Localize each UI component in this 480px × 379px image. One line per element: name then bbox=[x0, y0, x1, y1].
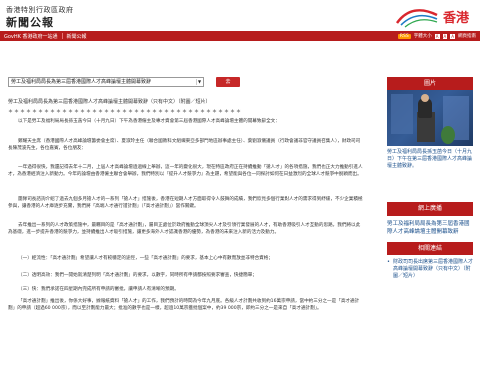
paragraph-text: （三）快：我們承諾在四星期內完成所有申請的審批，讓申請人有清晰的預期。 bbox=[18, 287, 179, 292]
font-size-medium-button[interactable]: A bbox=[442, 33, 448, 39]
speech-photo[interactable] bbox=[387, 90, 473, 146]
paragraph-text: 鄭耀天主席（香港國際人才高峰論壇籌委會主席）、夏淑玲主任（聯合國教科文組織東亞多… bbox=[8, 139, 361, 151]
article-paragraph-6: （二）透明高效：我們一開始就清楚列明「高才通計劃」的要求，以數字，同時所有申請都… bbox=[8, 272, 363, 279]
photo-section-heading: 圖片 bbox=[387, 77, 473, 90]
paragraph-text: （二）透明高效：我們一開始就清楚列明「高才通計劃」的要求，以數字，同時所有申請都… bbox=[18, 273, 257, 278]
paragraph-text: 團隊司長諮詢介紹了過去九個多月搶人才的一系列「搶人才」措施後，香港在短期人才方面… bbox=[8, 197, 363, 209]
brand-text: 香港 bbox=[443, 11, 470, 26]
top-navigation: GovHK 香港政府一站通 新聞公報 RSS 字體大小 A A A 網頁指南 bbox=[0, 31, 480, 41]
font-size-large-button[interactable]: A bbox=[450, 33, 455, 39]
site-header: 香港特別行政區政府 新聞公報 香港 bbox=[0, 0, 480, 31]
paragraph-text: 一年過得很快，我還記得去年十二月，上屆人才高峰論壇過過線上舉辦，這一年的變化很大… bbox=[8, 165, 363, 177]
backdrop-panel bbox=[391, 94, 413, 134]
article-paragraph-4: 去年推出一系列的人才政策措施中，最矚目的是「高才通計劃」，屬目正處位於政府推動全… bbox=[8, 222, 363, 236]
star-divider: ＊＊＊＊＊＊＊＊＊＊＊＊＊＊＊＊＊＊＊＊＊＊＊＊＊＊＊＊＊＊＊＊＊＊＊＊＊＊＊ bbox=[8, 109, 243, 115]
article-paragraph-7: （三）快：我們承諾在四星期內完成所有申請的審批，讓申請人有清晰的預期。 bbox=[8, 286, 363, 293]
article-paragraph-2: 一年過得很快，我還記得去年十二月，上屆人才高峰論壇過過線上舉辦，這一年的變化很大… bbox=[8, 164, 363, 178]
site-guide-link[interactable]: 網頁指南 bbox=[458, 33, 476, 39]
font-size-label: 字體大小 bbox=[413, 34, 432, 39]
article-paragraph-1: 鄭耀天主席（香港國際人才高峰論壇籌委會主席）、夏淑玲主任（聯合國教科文組織東亞多… bbox=[8, 138, 363, 152]
plant-decoration bbox=[441, 126, 455, 144]
related-links-heading: 相關連結 bbox=[387, 242, 473, 255]
main-content: 勞工及福利局局長為第三屆香港國際人才高峰論壇主體開幕致辭 ▼ 去 bbox=[0, 41, 380, 379]
intro-paragraph: 以下是勞工及福利局局長孫玉菡今日（十月九日）下午為香港僱主及專才資會第三屆香港國… bbox=[18, 119, 280, 124]
govhk-link[interactable]: GovHK 香港政府一站通 bbox=[0, 33, 62, 40]
related-link-item[interactable]: 財政司司長出席第三屆香港國際人才高峰論壇開幕致辭（只有中文）（附圖／短片） bbox=[387, 259, 473, 280]
article-headline: 勞工及福利局局長為第三屆香港國際人才高峰論壇主體開幕致辭（只有中文）（附圖／短片… bbox=[8, 99, 211, 105]
paragraph-text: 去年推出一系列的人才政策措施中，最矚目的是「高才通計劃」，屬目正處位於政府推動全… bbox=[8, 223, 361, 235]
article-paragraph-8: 「高才通計劃」推出後，你係大好事，據報紙資料「搶人才」的工作，我們預計的時間為今… bbox=[8, 298, 363, 312]
article-paragraph-5: （一）經流性：「高才通計劃」希望讓人才有較穩定的途徑，一些「高才通計劃」的要求，… bbox=[8, 255, 363, 262]
photo-caption[interactable]: 勞工及福利局局長孫玉菡今日（十月九日）下午在第三屆香港國際人才高峰論壇主體致辭。 bbox=[387, 149, 473, 170]
webcast-section-heading: 網上廣播 bbox=[387, 202, 473, 216]
chevron-down-icon: ▼ bbox=[196, 79, 202, 85]
speaker-head bbox=[421, 94, 429, 102]
brand-hongkong-logo[interactable]: 香港 bbox=[393, 5, 475, 29]
dropdown-selected-value: 勞工及福利局局長為第三屆香港國際人才高峰論壇主體開幕致辭 bbox=[11, 79, 152, 85]
go-button[interactable]: 去 bbox=[216, 77, 240, 87]
article-intro: 以下是勞工及福利局局長孫玉菡今日（十月九日）下午為香港僱主及專才資會第三屆香港國… bbox=[8, 118, 363, 125]
article-paragraph-3: 團隊司長諮詢介紹了過去九個多月搶人才的一系列「搶人才」措施後，香港在短期人才方面… bbox=[8, 196, 363, 210]
press-archive-link[interactable]: 新聞公報 bbox=[63, 33, 91, 40]
font-size-small-button[interactable]: A bbox=[434, 33, 440, 39]
sidebar: 圖片 勞工及福利局局長孫玉菡今日（十月九日）下午在第三屆香港國際人才高峰論壇主體… bbox=[387, 77, 473, 280]
rss-button[interactable]: RSS bbox=[397, 33, 411, 39]
paragraph-text: （一）經流性：「高才通計劃」希望讓人才有較穩定的途徑，一些「高才通計劃」的要求，… bbox=[18, 256, 273, 261]
webcast-link[interactable]: 勞工及福利局局長為第三屆香港國際人才高峰論壇主體開幕致辭 bbox=[387, 220, 473, 236]
paragraph-text: 「高才通計劃」推出後，你係大好事，據報紙資料「搶人才」的工作，我們預計的時間為今… bbox=[8, 299, 360, 311]
section-title: 新聞公報 bbox=[6, 16, 54, 29]
article-dropdown[interactable]: 勞工及福利局局長為第三屆香港國際人才高峰論壇主體開幕致辭 ▼ bbox=[8, 77, 204, 87]
